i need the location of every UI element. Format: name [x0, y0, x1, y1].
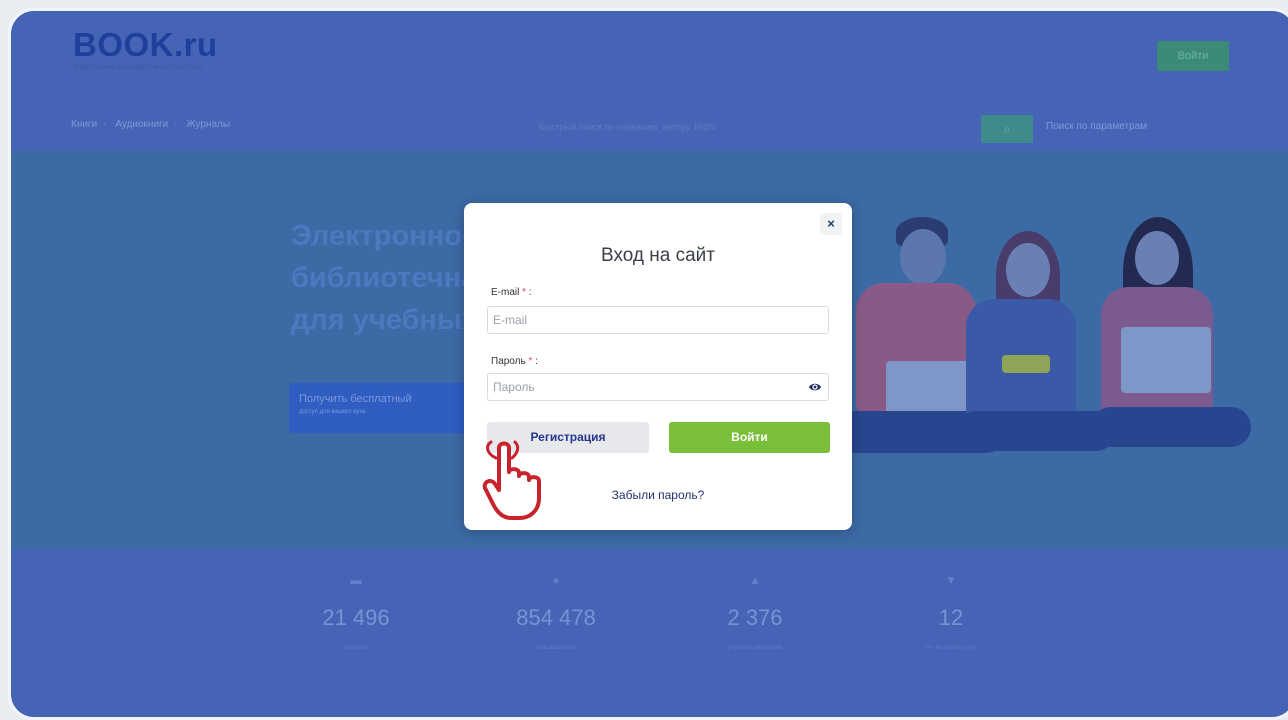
eye-icon[interactable]: [808, 380, 822, 394]
trophy-icon: ▼: [945, 573, 957, 587]
hand-pointer-icon: [482, 440, 541, 520]
stat-publications: ▬ 21 496 изданий: [276, 573, 436, 651]
book-icon: ▬: [350, 573, 362, 587]
stat-label: лет на рынке услуг: [924, 645, 978, 651]
stat-users: ● 854 478 пользователей: [476, 573, 636, 651]
nav-audiobooks[interactable]: Аудиокниги: [115, 119, 168, 130]
building-icon: ▲: [749, 573, 761, 587]
free-access-label: Получить бесплатный: [299, 393, 412, 405]
stat-label: учебных заведений: [727, 645, 783, 651]
email-label: E-mail * :: [491, 287, 532, 298]
stat-value: 21 496: [322, 605, 390, 630]
user-icon: ●: [552, 573, 560, 587]
header-login-button[interactable]: Войти: [1157, 41, 1229, 71]
stat-value: 2 376: [727, 605, 783, 630]
logo-tagline: ЭЛЕКТРОННО-БИБЛИОТЕЧНАЯ СИСТЕМА: [73, 65, 203, 71]
login-button[interactable]: Войти: [669, 422, 830, 453]
search-icon: ⌕: [1003, 122, 1011, 136]
search-button[interactable]: ⌕: [981, 115, 1033, 143]
email-field[interactable]: E-mail: [487, 306, 829, 334]
catalog-nav: Книги · Аудиокниги · Журналы: [71, 119, 231, 130]
stat-label: пользователей: [535, 645, 577, 651]
stat-label: изданий: [344, 645, 368, 651]
free-access-sub: доступ для вашего вуза: [299, 409, 366, 415]
stat-value: 12: [938, 605, 964, 630]
nav-journals[interactable]: Журналы: [186, 119, 230, 130]
password-field[interactable]: Пароль: [487, 373, 829, 401]
stat-institutions: ▲ 2 376 учебных заведений: [675, 573, 835, 651]
stat-value: 854 478: [516, 605, 596, 630]
param-search-link[interactable]: Поиск по параметрам: [1046, 121, 1147, 132]
logo-title: BOOK.ru: [73, 26, 218, 63]
nav-books[interactable]: Книги: [71, 119, 97, 130]
close-icon[interactable]: ×: [820, 213, 842, 235]
site-logo[interactable]: BOOK.ru ЭЛЕКТРОННО-БИБЛИОТЕЧНАЯ СИСТЕМА: [73, 26, 218, 72]
search-input[interactable]: Быстрый поиск по названию, автору, ISBN: [277, 115, 977, 139]
modal-title: Вход на сайт: [601, 245, 715, 266]
stat-years: ▼ 12 лет на рынке услуг: [871, 573, 1031, 651]
password-label: Пароль * :: [491, 356, 538, 367]
free-access-button[interactable]: Получить бесплатный доступ для вашего ву…: [289, 383, 479, 433]
